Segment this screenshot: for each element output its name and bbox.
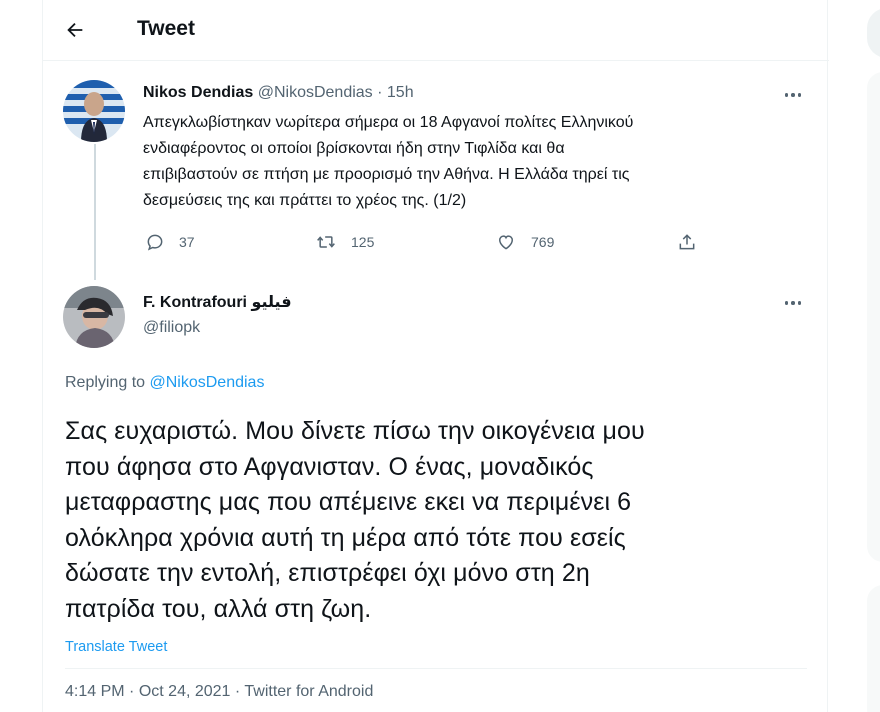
reply-button[interactable]: 37	[145, 232, 195, 252]
meta-separator: ·	[377, 84, 383, 101]
meta-separator: ·	[129, 683, 135, 700]
thread-connector-line	[94, 144, 96, 280]
tweet-source[interactable]: Twitter for Android	[244, 683, 373, 700]
like-button[interactable]: 769	[495, 232, 554, 252]
tweet-text-line: που άφησα στο Αφγανισταν. Ο ένας, μοναδι…	[65, 452, 594, 481]
share-button[interactable]	[677, 232, 697, 252]
replying-prefix: Replying to	[65, 374, 146, 391]
more-dot-icon	[791, 301, 795, 305]
page: Tweet Nikos Dendias @NikosDendias · 15h	[0, 0, 880, 712]
tweet-time[interactable]: 4:14 PM	[65, 683, 125, 700]
avatar[interactable]	[63, 286, 125, 348]
parent-tweet-text: Απεγκλωβίστηκαν νωρίτερα σήμερα οι 18 Αφ…	[143, 110, 813, 214]
more-options-button[interactable]	[779, 85, 807, 105]
header: Tweet	[43, 0, 829, 60]
tweet-date[interactable]: Oct 24, 2021	[139, 683, 231, 700]
author-handle[interactable]: @NikosDendias	[258, 84, 373, 101]
tweet-text-line: ολόκληρα χρόνια αυτή τη μέρα από τότε πο…	[65, 523, 626, 552]
tweet-text-line: μεταφραστης μας που απέμεινε εκει να περ…	[65, 488, 632, 516]
more-options-button[interactable]	[779, 293, 807, 313]
avatar-image-nikos	[63, 80, 125, 142]
more-dot-icon	[797, 301, 802, 305]
share-icon	[679, 234, 695, 250]
retweet-icon	[317, 236, 335, 248]
tweet-text-line: Απεγκλωβίστηκαν νωρίτερα σήμερα οι 18 Αφ…	[143, 114, 634, 131]
right-sidebar	[829, 0, 880, 712]
tweet-time[interactable]: 15h	[387, 84, 414, 101]
author-name[interactable]: Nikos Dendias	[143, 84, 253, 101]
search-box[interactable]	[867, 8, 880, 58]
tweet-text-line: πατρίδα του, αλλά στη ζωη.	[65, 594, 372, 623]
main-author-name-line: F. Kontrafouri فيليو	[143, 292, 292, 312]
arrow-left-icon	[67, 22, 83, 38]
reply-icon	[147, 234, 163, 251]
sidebar-card	[867, 585, 880, 712]
more-dot-icon	[784, 301, 789, 305]
author-handle[interactable]: @filiopk	[143, 319, 200, 336]
reply-count: 37	[179, 234, 195, 250]
more-dot-icon	[784, 93, 789, 97]
more-dot-icon	[791, 93, 795, 97]
tweet-text-line: επιβιβαστούν σε πτήση με προορισμό την Α…	[143, 166, 630, 183]
left-strip	[0, 0, 42, 712]
more-dot-icon	[797, 93, 802, 97]
page-title: Tweet	[137, 17, 195, 40]
tweet-text-line: δώσατε την εντολή, επιστρέφει όχι μόνο σ…	[65, 559, 590, 587]
tweet-timestamp: 4:14 PM · Oct 24, 2021 · Twitter for And…	[65, 683, 373, 701]
sidebar-card	[867, 72, 880, 562]
avatar[interactable]	[63, 80, 125, 142]
tweet-text-line: Σας ευχαριστώ. Μου δίνετε πίσω την οικογ…	[65, 417, 645, 445]
retweet-count: 125	[351, 234, 375, 250]
like-count: 769	[531, 234, 555, 250]
retweet-button[interactable]: 125	[315, 232, 374, 252]
heart-icon	[498, 235, 514, 250]
translate-tweet-link[interactable]: Translate Tweet	[65, 639, 167, 655]
tweet-text-line: ενδιαφέροντος οι οποίοι βρίσκονται ήδη σ…	[143, 140, 565, 157]
avatar-image-filiopk	[63, 286, 125, 348]
translate-divider	[65, 668, 807, 669]
meta-separator: ·	[234, 683, 241, 700]
parent-tweet-meta: Nikos Dendias @NikosDendias · 15h	[143, 84, 414, 102]
main-author-handle-line: @filiopk	[143, 319, 200, 337]
replying-to: Replying to @NikosDendias	[65, 374, 264, 392]
tweet-detail-column: Tweet Nikos Dendias @NikosDendias · 15h	[42, 0, 829, 712]
header-divider	[43, 60, 829, 61]
author-name[interactable]: F. Kontrafouri فيليو	[143, 294, 292, 311]
replying-to-link[interactable]: @NikosDendias	[150, 374, 265, 391]
tweet-text-line: δεσμεύσεις της και πράττει το χρέος της.…	[143, 192, 467, 209]
main-tweet-text: Σας ευχαριστώ. Μου δίνετε πίσω την οικογ…	[65, 414, 805, 627]
back-button[interactable]	[59, 14, 91, 46]
